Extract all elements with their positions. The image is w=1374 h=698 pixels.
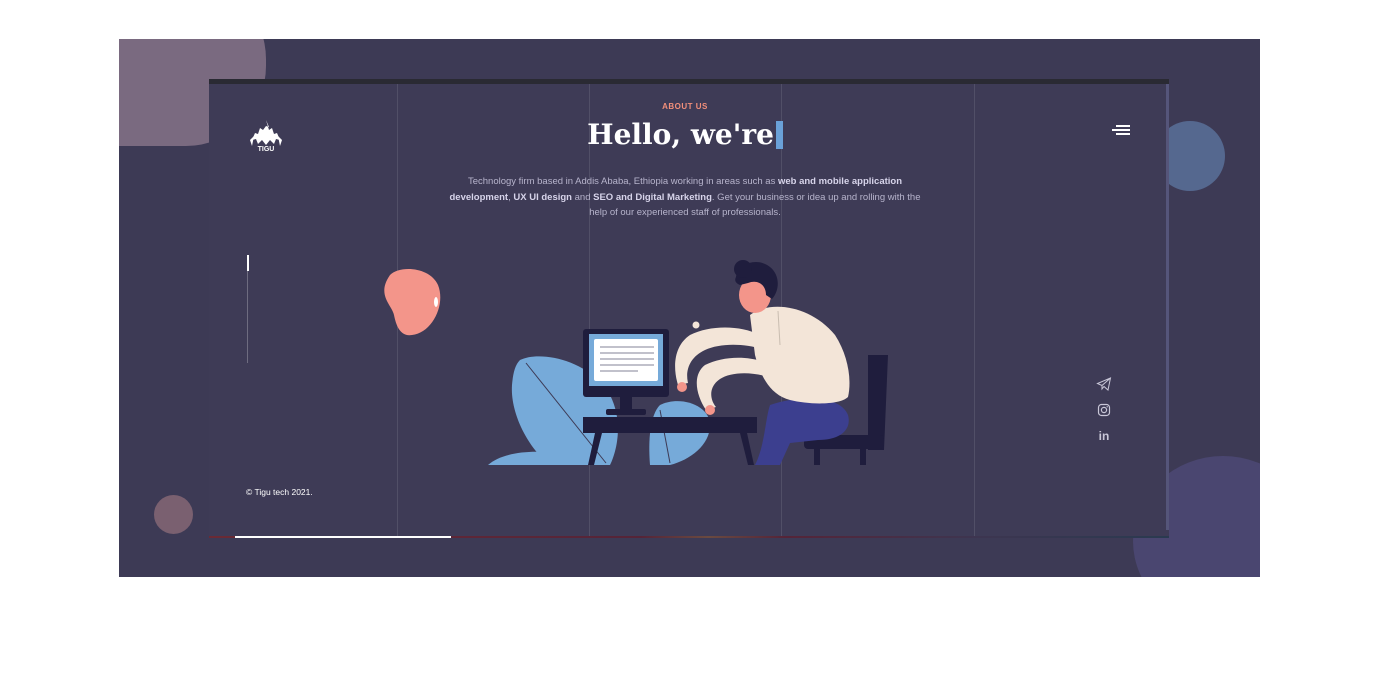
logo-text: TIGU (258, 146, 275, 153)
page-title: Hello, we're (535, 118, 835, 151)
linkedin-icon[interactable]: in (1096, 428, 1112, 444)
developer-illustration (384, 260, 888, 465)
grid-line (974, 84, 975, 536)
page-progress-fill (235, 536, 451, 538)
menu-icon[interactable] (1112, 124, 1130, 136)
typing-cursor (775, 120, 783, 149)
scroll-indicator-thumb (247, 255, 249, 271)
brand-logo[interactable]: TIGU (246, 118, 286, 154)
section-kicker: ABOUT US (662, 102, 708, 111)
hero-description: Technology firm based in Addis Ababa, Et… (449, 176, 921, 218)
social-links: in (1096, 376, 1114, 454)
page-title-text: Hello, we're (587, 118, 774, 151)
instagram-icon[interactable] (1096, 402, 1112, 418)
telegram-icon[interactable] (1096, 376, 1112, 392)
copyright-text: © Tigu tech 2021. (246, 487, 313, 497)
scroll-indicator-track (247, 255, 248, 363)
decor-circle-pink (154, 495, 193, 534)
panel-scroll-edge (1166, 84, 1169, 530)
